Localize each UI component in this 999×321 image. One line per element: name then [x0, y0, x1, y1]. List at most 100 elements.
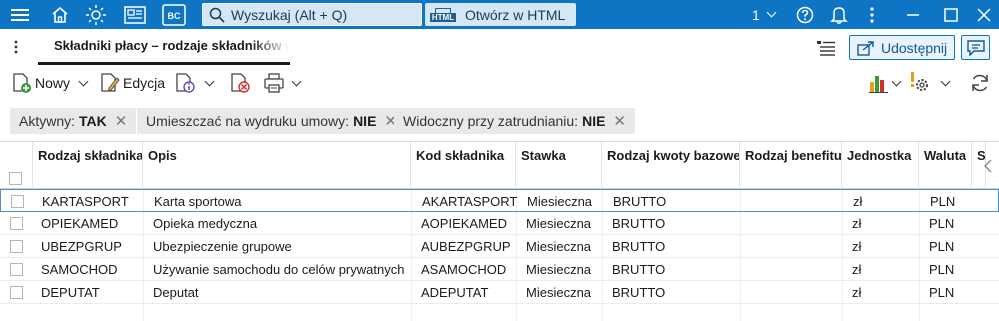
row-checkbox[interactable] — [10, 217, 23, 230]
cell-component-type[interactable]: OPIEKAMED — [33, 212, 143, 235]
cell-description[interactable]: Opieka medyczna — [143, 212, 411, 235]
cell-component-code[interactable]: ADEPUTAT — [411, 281, 516, 304]
share-button[interactable]: Udostępnij — [849, 35, 955, 60]
settings-button[interactable] — [908, 70, 951, 96]
chart-button[interactable] — [868, 70, 902, 96]
chevron-down-icon — [940, 76, 951, 86]
close-icon[interactable] — [972, 0, 996, 29]
row-checkbox[interactable] — [10, 240, 23, 253]
sun-icon[interactable] — [83, 0, 109, 29]
cell-rate[interactable]: Miesieczna — [516, 281, 602, 304]
cell-rate[interactable]: Miesieczna — [517, 190, 603, 213]
cell-description[interactable]: Używanie samochodu do celów prywatnych — [143, 258, 411, 281]
cell-currency[interactable]: PLN — [920, 190, 973, 213]
cell-unit[interactable]: zł — [842, 281, 919, 304]
search-input[interactable]: Wyszukaj (Alt + Q) — [202, 3, 422, 26]
delete-button[interactable] — [229, 70, 251, 96]
bell-icon[interactable] — [827, 0, 851, 29]
filter-chip-visible-hiring[interactable]: Widoczny przy zatrudnianiu: NIE ✕ — [394, 108, 635, 134]
cell-unit[interactable]: zł — [843, 190, 920, 213]
help-icon[interactable] — [793, 0, 817, 29]
cell-benefit-type[interactable] — [740, 212, 842, 235]
page-title[interactable]: Składniki płacy – rodzaje składników wyn… — [54, 38, 290, 53]
more-options-icon[interactable] — [862, 0, 882, 29]
cell-description[interactable]: Ubezpieczenie grupowe — [143, 235, 411, 258]
cell-benefit-type[interactable] — [740, 258, 842, 281]
row-checkbox[interactable] — [10, 263, 23, 276]
column-header[interactable]: Kod składnika — [411, 142, 516, 189]
cell-currency[interactable]: PLN — [919, 235, 972, 258]
new-document-icon — [11, 72, 33, 94]
newspaper-icon[interactable] — [121, 0, 149, 29]
cell-rate[interactable]: Miesieczna — [516, 212, 602, 235]
bc-logo-icon[interactable]: BC — [160, 0, 188, 29]
print-button[interactable] — [263, 70, 302, 96]
cell-description[interactable]: Karta sportowa — [144, 190, 412, 213]
filter-label: Widoczny przy zatrudnianiu: — [403, 113, 579, 129]
column-header[interactable]: Rodzaj benefitu — [740, 142, 842, 189]
hamburger-menu-icon[interactable] — [6, 0, 34, 29]
column-header[interactable]: Rodzaj kwoty bazowej — [602, 142, 740, 189]
cell-currency[interactable]: PLN — [919, 281, 972, 304]
maximize-icon[interactable] — [939, 0, 963, 29]
column-header[interactable]: Rodzaj składnika — [33, 142, 143, 189]
remove-filter-icon[interactable]: ✕ — [613, 112, 626, 130]
open-in-html-button[interactable]: HTML Otwórz w HTML — [425, 3, 576, 26]
cell-base-amount-type[interactable]: BRUTTO — [602, 258, 740, 281]
more-vertical-icon[interactable] — [14, 40, 18, 59]
refresh-button[interactable] — [969, 70, 991, 96]
row-checkbox[interactable] — [10, 286, 23, 299]
select-all-checkbox[interactable] — [9, 172, 22, 185]
new-button[interactable]: Nowy — [11, 70, 89, 96]
cell-unit[interactable]: zł — [842, 258, 919, 281]
filter-chip-active[interactable]: Aktywny: TAK ✕ — [10, 108, 137, 134]
cell-component-type[interactable]: KARTASPORT — [34, 190, 144, 213]
cell-unit[interactable]: zł — [842, 212, 919, 235]
cell-description[interactable]: Deputat — [143, 281, 411, 304]
table-row[interactable]: SAMOCHOD Używanie samochodu do celów pryw… — [0, 258, 999, 281]
chat-button[interactable] — [961, 35, 990, 60]
column-header[interactable]: Opis — [143, 142, 411, 189]
cell-benefit-type[interactable] — [741, 190, 843, 213]
cell-rate[interactable]: Miesieczna — [516, 235, 602, 258]
list-view-icon[interactable] — [816, 40, 836, 61]
table-row[interactable]: KARTASPORT Karta sportowa AKARTASPORT Miesi… — [0, 189, 999, 212]
filter-chip-print-contract[interactable]: Umieszczać na wydruku umowy: NIE ✕ — [137, 108, 406, 134]
info-button[interactable] — [174, 70, 215, 96]
column-header[interactable]: Stawka — [516, 142, 602, 189]
chevron-down-icon — [766, 7, 777, 18]
column-header[interactable]: Jednostka — [842, 142, 919, 189]
table-row[interactable]: OPIEKAMED Opieka medyczna AOPIEKAMED Miesie… — [0, 212, 999, 235]
minimize-icon[interactable] — [901, 0, 925, 29]
table-row[interactable]: DEPUTAT Deputat ADEPUTAT Miesieczna BRUTTO zł… — [0, 281, 999, 304]
filter-label: Aktywny: — [19, 113, 76, 129]
edit-button[interactable]: Edycja — [99, 70, 165, 96]
cell-base-amount-type[interactable]: BRUTTO — [602, 281, 740, 304]
open-in-html-label: Otwórz w HTML — [465, 6, 566, 23]
cell-base-amount-type[interactable]: BRUTTO — [603, 190, 741, 213]
cell-component-type[interactable]: DEPUTAT — [33, 281, 143, 304]
scroll-left-icon[interactable] — [981, 156, 995, 176]
cell-base-amount-type[interactable]: BRUTTO — [602, 235, 740, 258]
cell-benefit-type[interactable] — [740, 235, 842, 258]
cell-unit[interactable]: zł — [842, 235, 919, 258]
cell-currency[interactable]: PLN — [919, 258, 972, 281]
bar-chart-icon — [868, 72, 890, 94]
bc-logo-text: BC — [168, 11, 181, 21]
cell-component-type[interactable]: UBEZPGRUP — [33, 235, 143, 258]
notification-count-dropdown[interactable]: 1 — [752, 0, 777, 29]
cell-benefit-type[interactable] — [740, 281, 842, 304]
home-icon[interactable] — [46, 0, 74, 29]
cell-component-code[interactable]: AUBEZPGRUP — [411, 235, 516, 258]
cell-base-amount-type[interactable]: BRUTTO — [602, 212, 740, 235]
cell-currency[interactable]: PLN — [919, 212, 972, 235]
cell-component-type[interactable]: SAMOCHOD — [33, 258, 143, 281]
table-row[interactable]: UBEZPGRUP Ubezpieczenie grupowe AUBEZPGRUP… — [0, 235, 999, 258]
column-header[interactable]: Waluta — [919, 142, 972, 189]
cell-component-code[interactable]: AKARTASPORT — [412, 190, 517, 213]
cell-component-code[interactable]: AOPIEKAMED — [411, 212, 516, 235]
row-checkbox[interactable] — [11, 195, 24, 208]
cell-rate[interactable]: Miesieczna — [516, 258, 602, 281]
remove-filter-icon[interactable]: ✕ — [115, 112, 128, 130]
cell-component-code[interactable]: ASAMOCHOD — [411, 258, 516, 281]
